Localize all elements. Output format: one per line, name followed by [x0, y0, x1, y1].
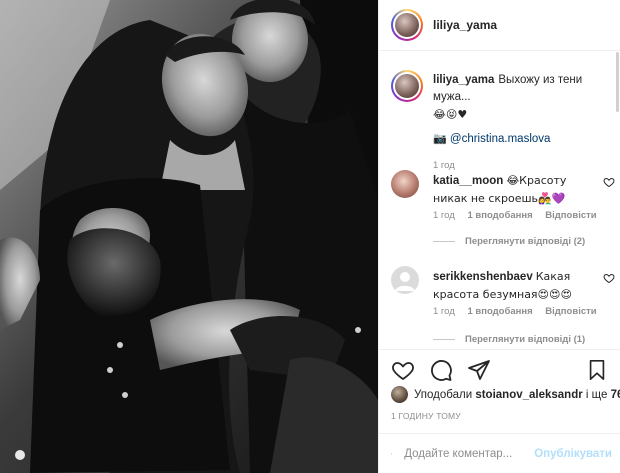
post-photo[interactable] [0, 0, 378, 473]
comment-username[interactable]: katia__moon [433, 175, 503, 187]
caption-username[interactable]: liliya_yama [433, 74, 494, 86]
comment-reply-button[interactable]: Відповісти [545, 210, 596, 221]
comment-text: serikkenshenbaev Какая красота безумная😍😍… [433, 268, 593, 304]
caption-avatar[interactable] [391, 70, 423, 102]
comments-list: liliya_yama Выхожу из тени мужа... 😂😝♥ 📷 … [379, 52, 620, 348]
author-username[interactable]: liliya_yama [433, 18, 497, 32]
add-comment-bar: Опублікувати [379, 433, 620, 473]
comment-icon[interactable] [429, 358, 453, 382]
emoji-icon[interactable] [391, 443, 393, 465]
view-replies-button[interactable]: Переглянути відповіді (1) [433, 334, 585, 345]
comment-time[interactable]: 1 год [433, 306, 455, 317]
likes-count[interactable]: 766 [611, 389, 620, 401]
action-bar [379, 350, 620, 390]
likes-prefix: Уподобали [414, 388, 473, 401]
share-icon[interactable] [467, 358, 491, 382]
liker-username[interactable]: stoianov_aleksandr [475, 389, 582, 401]
camera-icon: 📷 [433, 132, 447, 145]
post-actions-section: Уподобали stoianov_aleksandr і ще 766 1 … [379, 349, 620, 421]
caption-mention-link[interactable]: @christina.maslova [450, 133, 551, 145]
comment-text: katia__moon 😂Красоту никак не скроешь👩‍❤️… [433, 172, 593, 208]
replies-divider [433, 241, 455, 242]
photo-image [0, 0, 378, 473]
bookmark-icon[interactable] [586, 358, 608, 382]
liker-avatar[interactable] [391, 386, 408, 403]
default-avatar-icon [395, 272, 415, 291]
post-header: liliya_yama [379, 0, 620, 51]
comment-input[interactable] [404, 447, 535, 460]
comment-like-heart-icon[interactable] [603, 176, 615, 188]
caption-credit: 📷 @christina.maslova [433, 132, 550, 145]
comment-username[interactable]: serikkenshenbaev [433, 271, 533, 283]
view-replies-label: Переглянути відповіді (2) [465, 236, 586, 247]
likes-summary: Уподобали stoianov_aleksandr і ще 766 [391, 386, 620, 403]
comment-meta: 1 год 1 вподобання Відповісти [433, 306, 607, 317]
comment-avatar[interactable] [391, 266, 419, 294]
instagram-post: liliya_yama liliya_yama Выхожу из тени му… [0, 0, 620, 473]
post-sidebar: liliya_yama liliya_yama Выхожу из тени му… [378, 0, 620, 473]
comment-likes[interactable]: 1 вподобання [467, 306, 532, 317]
replies-divider [433, 339, 455, 340]
heart-icon[interactable] [391, 358, 415, 382]
post-timestamp[interactable]: 1 ГОДИНУ ТОМУ [391, 411, 461, 421]
caption-text: liliya_yama Выхожу из тени мужа... 😂😝♥ [433, 72, 613, 124]
comment-like-heart-icon[interactable] [603, 272, 615, 284]
comment-time[interactable]: 1 год [433, 210, 455, 221]
caption-emojis: 😂😝♥ [433, 108, 468, 121]
caption-time[interactable]: 1 год [433, 160, 455, 171]
author-avatar[interactable] [391, 9, 423, 41]
comment-likes[interactable]: 1 вподобання [467, 210, 532, 221]
comment-reply-button[interactable]: Відповісти [545, 306, 596, 317]
view-replies-button[interactable]: Переглянути відповіді (2) [433, 236, 585, 247]
comment-meta: 1 год 1 вподобання Відповісти [433, 210, 607, 221]
comment-avatar[interactable] [391, 170, 419, 198]
publish-comment-button[interactable]: Опублікувати [534, 448, 612, 460]
view-replies-label: Переглянути відповіді (1) [465, 334, 586, 345]
likes-suffix: і ще [585, 388, 608, 401]
